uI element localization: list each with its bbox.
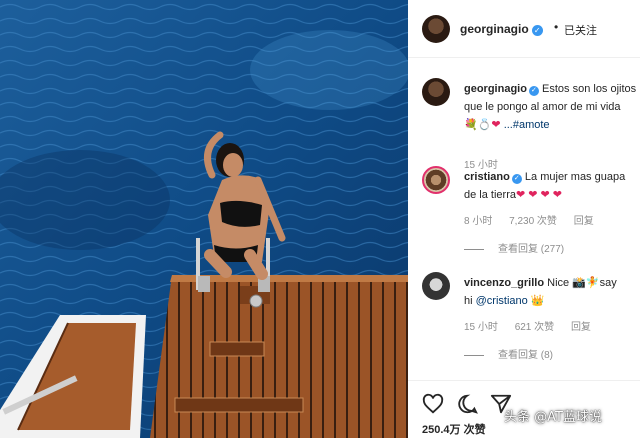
caption-avatar[interactable] — [422, 78, 450, 106]
view-replies-label: 查看回复 (8) — [498, 350, 553, 361]
caption-username[interactable]: georginagio — [464, 83, 527, 95]
view-replies-label: 查看回复 (277) — [498, 244, 565, 255]
follow-status-button[interactable]: 已关注 — [564, 22, 597, 38]
photo-illustration — [0, 0, 408, 438]
verified-badge-icon: ✓ — [528, 86, 539, 96]
divider-line — [464, 248, 484, 250]
divider-line — [464, 354, 484, 356]
comment-text: cristiano ✓ La mujer mas guapa de la tier… — [464, 168, 640, 204]
watermark-text: 头条 @AT蓝球说 — [504, 410, 602, 425]
view-replies-button[interactable]: 查看回复 (277) — [464, 240, 564, 255]
heart-outline-icon[interactable] — [422, 393, 444, 415]
post-photo[interactable] — [0, 0, 408, 438]
comment-line1: Nice — [547, 277, 570, 289]
comment-time: 15 小时 — [464, 322, 498, 333]
hashtag-link[interactable]: ...#amote — [504, 119, 550, 131]
emoji-icon: 📸 — [572, 277, 586, 289]
likes-count[interactable]: 250.4万 次赞 — [422, 421, 486, 437]
ring-emoji-icon: 💍 — [477, 119, 492, 131]
comment-time: 8 小时 — [464, 216, 493, 227]
bouquet-emoji-icon: 💐 — [464, 119, 478, 131]
author-username[interactable]: georginagio ✓ — [460, 22, 543, 36]
comment-line2: de la tierra — [464, 189, 516, 201]
caption-text: georginagio ✓ Estos son los ojitos que le… — [464, 80, 640, 134]
comment-avatar[interactable] — [422, 166, 450, 194]
comments-list[interactable]: georginagio ✓ Estos son los ojitos que le… — [408, 58, 640, 378]
caption-line2: que le pongo al amor de mi vida — [464, 101, 621, 113]
reply-button[interactable]: 回复 — [571, 322, 591, 333]
comment-username[interactable]: cristiano — [464, 171, 510, 183]
verified-badge-icon: ✓ — [511, 174, 522, 184]
heart-emoji-icon: ❤ — [491, 119, 501, 131]
view-replies-button[interactable]: 查看回复 (8) — [464, 346, 553, 361]
post-header: georginagio ✓ • 已关注 — [408, 0, 640, 58]
comment-bubble-icon[interactable] — [456, 393, 478, 415]
hearts-emoji-icon: ❤ ❤ ❤ ❤ — [515, 189, 563, 201]
emoji-icon: 🧚 — [585, 277, 600, 289]
comment-meta: 8 小时 7,230 次赞 回复 — [464, 212, 608, 227]
comment-avatar[interactable] — [422, 272, 450, 300]
post-side-panel: georginagio ✓ • 已关注 georginagio ✓ Estos so… — [408, 0, 640, 438]
verified-badge-icon: ✓ — [531, 25, 543, 36]
comment-likes[interactable]: 621 次赞 — [515, 322, 554, 333]
caption-line1: Estos son los ojitos — [542, 83, 637, 95]
reply-button[interactable]: 回复 — [574, 216, 594, 227]
comment-likes[interactable]: 7,230 次赞 — [509, 216, 557, 227]
comment-meta: 15 小时 621 次赞 回复 — [464, 318, 605, 333]
comment-text: vincenzo_grillo Nice 📸🧚say hi @cristiano… — [464, 274, 640, 310]
crown-emoji-icon: 👑 — [530, 295, 545, 307]
comment-line1: La mujer mas guapa — [524, 171, 626, 183]
separator-dot: • — [554, 20, 559, 34]
comment-line1-tail: say — [599, 277, 617, 289]
author-avatar[interactable] — [422, 15, 450, 43]
comment-line2-prefix: hi — [464, 295, 473, 307]
mention-link[interactable]: @cristiano — [476, 295, 528, 307]
comment-username[interactable]: vincenzo_grillo — [464, 277, 544, 289]
